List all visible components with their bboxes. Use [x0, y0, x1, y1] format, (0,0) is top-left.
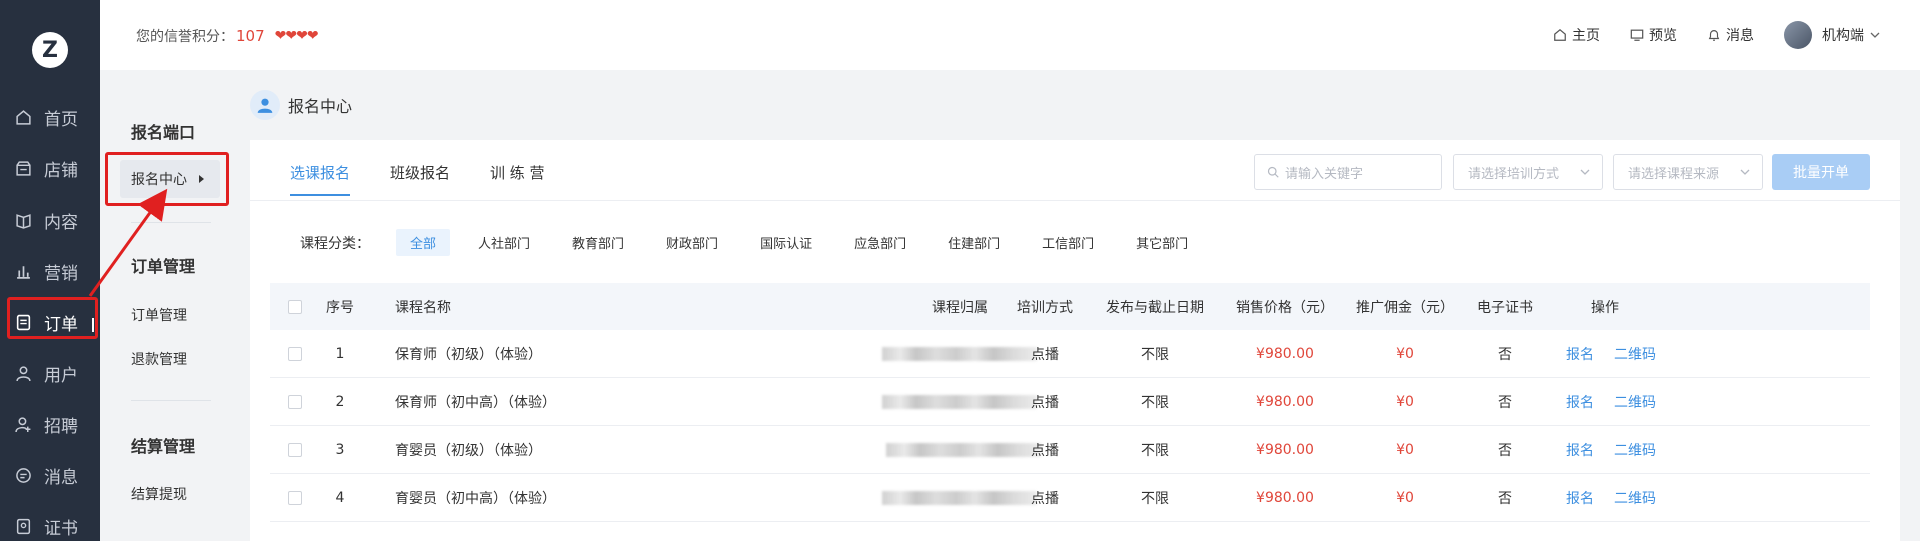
- annotation-arrow: [88, 188, 168, 297]
- app-root: Z 首页 店铺 内容 营销 订单 用户 招聘 消息 证书 您的信誉积分： 107…: [0, 0, 1920, 541]
